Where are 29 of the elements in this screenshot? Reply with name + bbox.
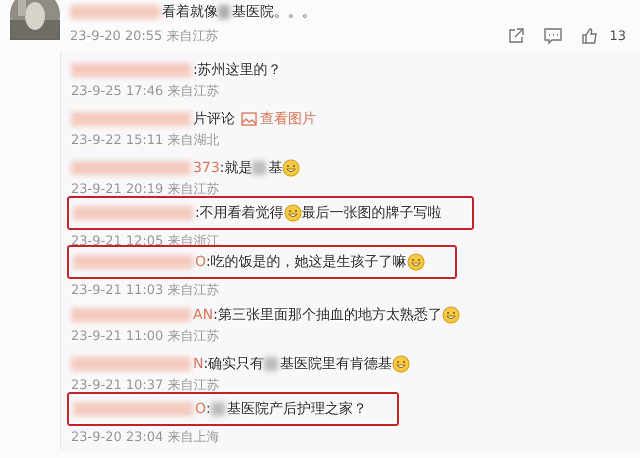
user-name[interactable]: O: [195, 401, 206, 417]
reply-text: 基医院产后护理之家？: [226, 400, 367, 418]
reply-text: :吃的饭是的，她这是生孩子了嘛: [206, 253, 407, 271]
reply-text: :就是: [220, 158, 252, 176]
reply-time: 23-9-25 17:46 来自江苏: [71, 82, 220, 100]
like-count: 13: [609, 28, 626, 44]
reply-time: 23-9-21 11:03 来自江苏: [71, 282, 220, 299]
user-name[interactable]: 373: [193, 160, 220, 176]
user-name[interactable]: N: [193, 356, 204, 372]
reply-text: 片评论: [193, 110, 235, 128]
comment-text: 基医院。。。: [232, 3, 316, 21]
user-name[interactable]: O: [195, 254, 206, 270]
reply-time: 23-9-20 23:04 来自上海: [71, 429, 220, 446]
reply-time: 23-9-21 20:19 来自江苏: [71, 180, 220, 198]
reply-text: 基: [268, 158, 282, 176]
reply-text: 最后一张图的牌子写啦: [302, 204, 442, 222]
reply-text: :确实只有: [203, 354, 264, 372]
reply-time: 23-9-21 10:37 来自江苏: [71, 376, 220, 394]
view-image-link[interactable]: 查看图片: [241, 110, 316, 128]
reply-text: :第三张里面那个抽血的地方太熟悉了: [213, 306, 442, 324]
reply-text: 基医院里有肯德基: [280, 354, 392, 372]
reply-time: 23-9-21 11:00 来自江苏: [71, 328, 220, 344]
comment-text: 看着就像: [162, 3, 218, 21]
reply-text: :苏州这里的？: [193, 60, 282, 78]
reply-text: :: [206, 401, 211, 417]
reply-text: :不用看着觉得: [195, 204, 284, 222]
user-name[interactable]: AN: [193, 306, 214, 322]
comment-time: 23-9-20 20:55 来自江苏: [70, 28, 218, 45]
reply-time: 23-9-22 15:11 来自湖北: [71, 132, 220, 148]
